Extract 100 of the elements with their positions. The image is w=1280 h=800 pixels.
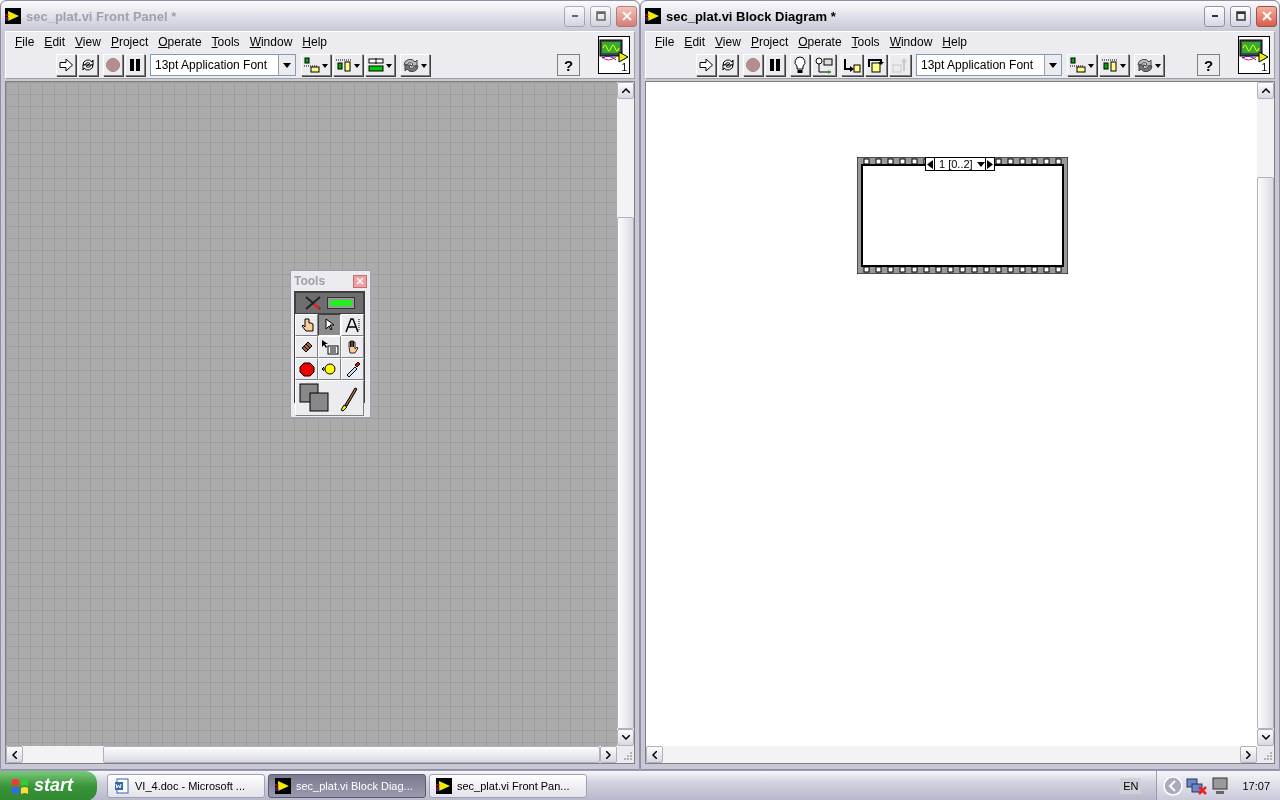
help-button[interactable]: ? bbox=[557, 54, 580, 76]
close-icon bbox=[356, 277, 364, 285]
distribute-button[interactable] bbox=[1099, 54, 1129, 76]
menu-item[interactable]: Edit bbox=[679, 35, 711, 49]
down-caret-icon bbox=[621, 735, 630, 740]
minimize-button[interactable] bbox=[1204, 5, 1225, 27]
font-dropdown[interactable]: 13pt Application Font bbox=[150, 54, 296, 76]
waveform-monitor-icon bbox=[599, 39, 629, 63]
horizontal-scrollbar[interactable] bbox=[6, 746, 617, 763]
menu-item[interactable]: Project bbox=[105, 35, 154, 49]
previous-frame-button[interactable] bbox=[926, 158, 935, 170]
scroll-down-button[interactable] bbox=[1257, 729, 1274, 746]
scroll-right-button[interactable] bbox=[600, 746, 617, 763]
letter-a-icon bbox=[343, 317, 362, 333]
align-objects-icon bbox=[303, 57, 329, 73]
start-button[interactable]: start bbox=[0, 770, 97, 800]
probe-tool[interactable] bbox=[318, 358, 341, 380]
reorder-button[interactable] bbox=[400, 54, 430, 76]
scroll-right-button[interactable] bbox=[1240, 746, 1257, 763]
scroll-up-button[interactable] bbox=[617, 82, 634, 99]
set-color-tool[interactable] bbox=[295, 380, 364, 416]
minimize-button[interactable] bbox=[564, 5, 585, 27]
retain-button[interactable] bbox=[812, 54, 836, 76]
scroll-left-button[interactable] bbox=[646, 746, 663, 763]
probe-icon bbox=[320, 362, 339, 376]
auto-tool-button[interactable] bbox=[295, 292, 364, 314]
menu-item[interactable]: Project bbox=[745, 35, 794, 49]
menu-item[interactable]: Tools bbox=[206, 35, 245, 49]
menu-item[interactable]: File bbox=[650, 35, 680, 49]
align-objects-icon bbox=[1069, 57, 1095, 73]
vi-icon-pane[interactable]: 1 bbox=[1238, 36, 1270, 74]
font-name: 13pt Application Font bbox=[921, 58, 1034, 72]
breakpoint-tool[interactable] bbox=[295, 358, 318, 380]
menu-item[interactable]: Edit bbox=[39, 35, 71, 49]
pause-button[interactable] bbox=[765, 54, 785, 76]
vertical-scrollbar[interactable] bbox=[1257, 82, 1274, 746]
align-button[interactable] bbox=[301, 54, 331, 76]
menu-item[interactable]: Window bbox=[244, 35, 298, 49]
menu-item[interactable]: Help bbox=[297, 35, 332, 49]
vi-icon bbox=[5, 8, 21, 24]
language-indicator[interactable]: EN bbox=[1120, 777, 1142, 794]
shortcut-menu-tool[interactable] bbox=[318, 336, 341, 358]
step-over-button[interactable] bbox=[865, 54, 887, 76]
taskbar-button[interactable]: sec_plat.vi Front Pan... bbox=[429, 773, 587, 798]
menu-item[interactable]: File bbox=[10, 35, 40, 49]
maximize-button[interactable] bbox=[1230, 5, 1251, 27]
close-button[interactable] bbox=[1256, 5, 1277, 27]
run-continuously-button[interactable] bbox=[718, 54, 738, 76]
close-button[interactable] bbox=[353, 274, 367, 288]
run-button[interactable] bbox=[56, 54, 76, 76]
taskbar-button[interactable]: VI_4.doc - Microsoft ... bbox=[107, 773, 265, 798]
pause-button[interactable] bbox=[125, 54, 145, 76]
sequence-structure[interactable] bbox=[857, 157, 1068, 274]
menu-item[interactable]: Operate bbox=[793, 35, 847, 49]
pause-icon bbox=[127, 57, 143, 73]
menu-item[interactable]: Window bbox=[884, 35, 938, 49]
network-disconnected-icon bbox=[1186, 775, 1209, 796]
run-button[interactable] bbox=[696, 54, 716, 76]
resize-button[interactable] bbox=[365, 54, 395, 76]
circular-arrows-icon bbox=[80, 57, 96, 73]
distribute-button[interactable] bbox=[333, 54, 363, 76]
maximize-button[interactable] bbox=[590, 5, 611, 27]
menu-item[interactable]: View bbox=[70, 35, 106, 49]
highlight-button[interactable] bbox=[790, 54, 810, 76]
menu-item[interactable]: Help bbox=[937, 35, 972, 49]
cursor-arrow-icon bbox=[323, 318, 336, 332]
vertical-scrollbar[interactable] bbox=[617, 82, 634, 746]
scroll-down-button[interactable] bbox=[617, 729, 634, 746]
scroll-tool[interactable] bbox=[341, 336, 364, 358]
position-tool[interactable] bbox=[318, 314, 341, 336]
circular-arrows-icon bbox=[1136, 57, 1162, 73]
wire-tool[interactable] bbox=[295, 336, 318, 358]
close-button[interactable] bbox=[616, 5, 637, 27]
step-into-button[interactable] bbox=[841, 54, 863, 76]
resize-grip-icon bbox=[621, 750, 632, 761]
scroll-thumb[interactable] bbox=[1257, 177, 1274, 729]
horizontal-scrollbar[interactable] bbox=[646, 746, 1257, 763]
text-tool[interactable] bbox=[341, 314, 364, 336]
menu-item[interactable]: Tools bbox=[846, 35, 885, 49]
help-button[interactable]: ? bbox=[1197, 54, 1220, 76]
right-caret-icon bbox=[606, 750, 611, 759]
scroll-thumb[interactable] bbox=[617, 217, 634, 729]
operate-tool[interactable] bbox=[295, 314, 318, 336]
align-button[interactable] bbox=[1067, 54, 1097, 76]
minimize-icon bbox=[1211, 15, 1218, 17]
reorder-button[interactable] bbox=[1134, 54, 1164, 76]
scroll-up-button[interactable] bbox=[1257, 82, 1274, 99]
dropdown-arrow-icon bbox=[1049, 62, 1057, 68]
vi-icon bbox=[436, 777, 452, 794]
clock: 17:07 bbox=[1242, 779, 1270, 792]
get-color-tool[interactable] bbox=[341, 358, 364, 380]
stop-sign-icon bbox=[298, 361, 315, 377]
menu-item[interactable]: Operate bbox=[153, 35, 207, 49]
font-dropdown[interactable]: 13pt Application Font bbox=[916, 54, 1062, 76]
vi-icon-pane[interactable]: 1 bbox=[598, 36, 630, 74]
menu-item[interactable]: View bbox=[710, 35, 746, 49]
scroll-left-button[interactable] bbox=[6, 746, 23, 763]
scroll-thumb[interactable] bbox=[103, 746, 600, 763]
run-continuously-button[interactable] bbox=[78, 54, 98, 76]
window-title: sec_plat.vi Front Panel * bbox=[26, 8, 178, 24]
